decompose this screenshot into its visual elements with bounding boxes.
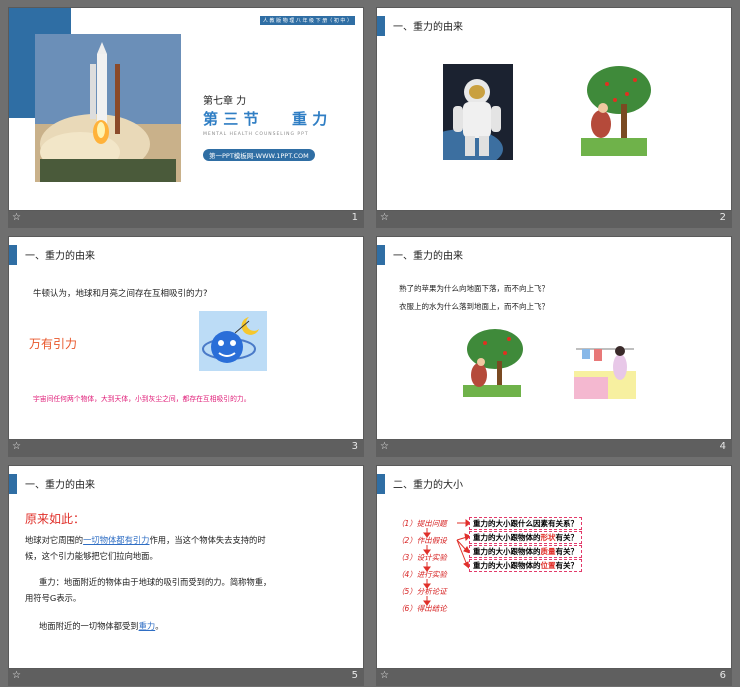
slide-4-footer: ☆ 4 — [376, 440, 732, 457]
rocket-launch-image — [35, 34, 181, 182]
edition-badge: 人 教 版 物 理 八 年 级 下 册（ 初 中 ） — [259, 16, 355, 25]
slide-5-footer: ☆ 5 — [8, 669, 364, 686]
slide-1-footer: ☆ 1 — [8, 211, 364, 228]
highlight-position: 位置 — [540, 561, 556, 570]
star-icon: ☆ — [380, 670, 389, 681]
gravity-definition: 重力：地面附近的物体由于地球的吸引而受到的力。简称物重， — [39, 577, 272, 587]
question-position: 重力的大小跟物体的位置有关？ — [469, 559, 582, 572]
conclusion-heading: 原来如此： — [25, 512, 86, 526]
paragraph-2-line2: 用符号G表示。 — [25, 593, 82, 603]
section-title: 一、重力的由来 — [393, 22, 463, 33]
step-6-conclusion: （6）得出结论 — [397, 604, 447, 613]
chapter-title: 第七章 力 — [203, 96, 247, 107]
gravity-link[interactable]: 重力 — [139, 621, 156, 631]
earth-moon-image — [199, 311, 267, 371]
question-mass: 重力的大小跟物体的质量有关？ — [469, 545, 582, 558]
slide-4[interactable]: 一、重力的由来 熟了的苹果为什么向地面下落，而不向上飞？ 衣服上的水为什么落到地… — [376, 236, 732, 440]
section-bar — [9, 474, 17, 494]
section-bar — [377, 245, 385, 265]
astronaut-image — [443, 64, 513, 160]
slide-number: 4 — [719, 441, 726, 452]
slide-number: 1 — [351, 212, 358, 223]
question-shape-start: 重力的大小跟物体的 — [473, 533, 541, 542]
highlight-mass: 质量 — [540, 547, 556, 556]
star-icon: ☆ — [12, 212, 21, 223]
step-4-conduct-experiment: （4）进行实验 — [397, 570, 447, 579]
question-mass-end: 有关？ — [555, 547, 579, 556]
paragraph-1-start: 地球对它周围的 — [25, 535, 84, 545]
paragraph-3: 地面附近的一切物体都受到重力。 — [39, 620, 164, 632]
section-title: 一、重力的由来 — [393, 251, 463, 262]
slide-number: 6 — [719, 670, 726, 681]
slide-6[interactable]: 二、重力的大小 （1）提出问题 （2）作出假设 （3）设计实验 （4）进行实验 … — [376, 465, 732, 669]
star-icon: ☆ — [380, 441, 389, 452]
question-position-start: 重力的大小跟物体的 — [473, 561, 541, 570]
slide-1[interactable]: 人 教 版 物 理 八 年 级 下 册（ 初 中 ） 第七章 力 第 三 节 重… — [8, 7, 364, 211]
question-factors: 重力的大小跟什么因素有关系？ — [469, 517, 582, 530]
question-mass-start: 重力的大小跟物体的 — [473, 547, 541, 556]
slide-3-footer: ☆ 3 — [8, 440, 364, 457]
laundry-image — [574, 327, 636, 399]
slide-number: 5 — [351, 670, 358, 681]
section-number: 第 三 节 — [203, 110, 259, 128]
question-position-end: 有关？ — [555, 561, 579, 570]
slide-3[interactable]: 一、重力的由来 牛顿认为，地球和月亮之间存在互相吸引的力? 万有引力 宇宙间任何… — [8, 236, 364, 440]
step-3-design-experiment: （3）设计实验 — [397, 553, 447, 562]
section-bar — [9, 245, 17, 265]
apple-tree-image — [459, 327, 525, 399]
step-5-analyze: （5）分析论证 — [397, 587, 447, 596]
gravitation-definition: 宇宙间任何两个物体，大到天体，小到灰尘之间，都存在互相吸引的力。 — [33, 395, 251, 403]
slide-number: 3 — [351, 441, 358, 452]
slide-2-footer: ☆ 2 — [376, 211, 732, 228]
slide-6-footer: ☆ 6 — [376, 669, 732, 686]
question-clothes: 衣服上的水为什么落到地面上，而不向上飞？ — [399, 302, 549, 311]
slide-5[interactable]: 一、重力的由来 原来如此： 地球对它周围的一切物体都有引力作用，当这个物体失去支… — [8, 465, 364, 669]
highlight-shape: 形状 — [540, 533, 556, 542]
attraction-link[interactable]: 一切物体都有引力 — [83, 535, 149, 545]
website-link[interactable]: 第一PPT模板网-WWW.1PPT.COM — [203, 149, 315, 161]
question-shape: 重力的大小跟物体的形状有关？ — [469, 531, 582, 544]
paragraph-1-line2: 候，这个引力能够把它们拉向地面。 — [25, 551, 158, 561]
newton-apple-tree-image — [577, 64, 651, 160]
universal-gravitation-heading: 万有引力 — [29, 337, 78, 351]
section-title: 一、重力的由来 — [25, 480, 95, 491]
paragraph-1: 地球对它周围的一切物体都有引力作用，当这个物体失去支持的时 候，这个引力能够把它… — [25, 532, 355, 564]
star-icon: ☆ — [12, 670, 21, 681]
question-apple: 熟了的苹果为什么向地面下落，而不向上飞？ — [399, 284, 549, 293]
subtitle-english: MENTAL HEALTH COUNSELING PPT — [203, 132, 309, 137]
paragraph-3-start: 地面附近的一切物体都受到 — [39, 621, 139, 631]
section-title: 一、重力的由来 — [25, 251, 95, 262]
section-bar — [377, 16, 385, 36]
step-1-propose-question: （1）提出问题 — [397, 519, 447, 528]
paragraph-2: 重力：地面附近的物体由于地球的吸引而受到的力。简称物重， — [39, 574, 359, 590]
paragraph-1-end: 作用，当这个物体失去支持的时 — [149, 535, 266, 545]
star-icon: ☆ — [12, 441, 21, 452]
newton-statement: 牛顿认为，地球和月亮之间存在互相吸引的力? — [33, 289, 208, 299]
slide-2[interactable]: 一、重力的由来 — [376, 7, 732, 211]
slide-number: 2 — [719, 212, 726, 223]
star-icon: ☆ — [380, 212, 389, 223]
topic-title: 重 力 — [292, 110, 328, 128]
question-factors-text: 重力的大小跟什么因素有关系？ — [473, 519, 578, 528]
question-shape-end: 有关？ — [555, 533, 579, 542]
paragraph-3-end: 。 — [155, 621, 164, 631]
step-2-hypothesis: （2）作出假设 — [397, 536, 447, 545]
